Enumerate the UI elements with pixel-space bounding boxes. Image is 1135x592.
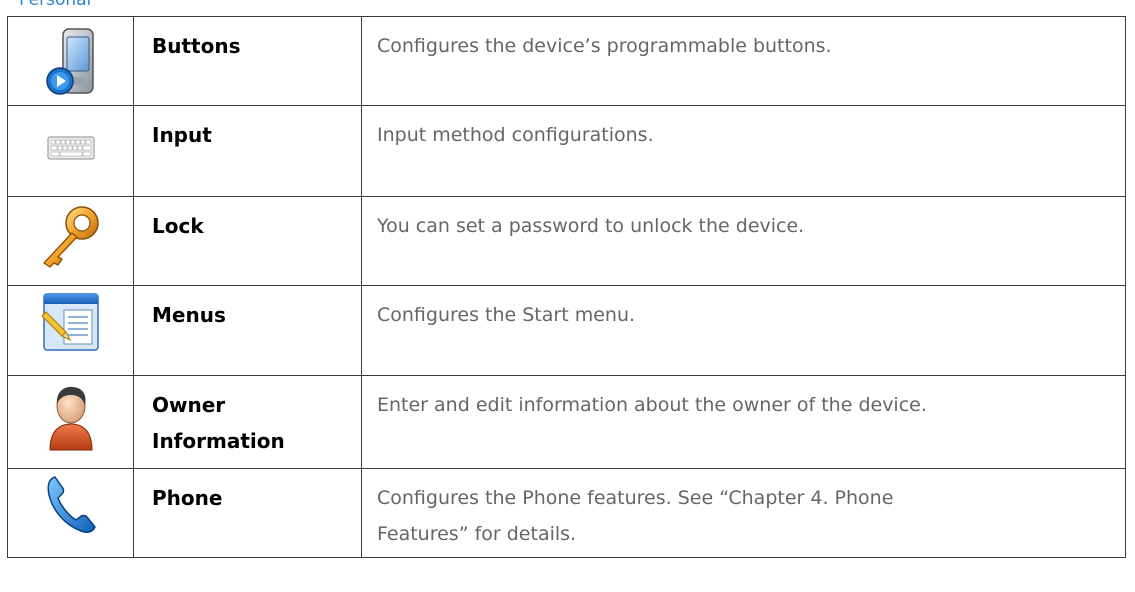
setting-name: Menus (152, 303, 226, 327)
setting-description: Enter and edit information about the own… (377, 394, 927, 416)
setting-name: Input (152, 123, 212, 147)
keyboard-icon (47, 136, 95, 164)
key-icon (36, 201, 106, 275)
setting-name-cell: Lock (133, 196, 362, 286)
setting-name: Lock (152, 214, 204, 238)
table-row: Phone Configures the Phone features. See… (7, 468, 1126, 558)
icon-cell (7, 16, 134, 106)
setting-name-cell: Phone (133, 468, 362, 558)
setting-description: You can set a password to unlock the dev… (377, 215, 805, 237)
phone-handset-icon (45, 473, 97, 539)
setting-description-cell: You can set a password to unlock the dev… (361, 196, 1126, 286)
start-menu-icon (40, 290, 102, 358)
section-title: Personal (19, 0, 92, 10)
setting-description-cell: Configures the Phone features. See “Chap… (361, 468, 1126, 558)
setting-name: Buttons (152, 34, 241, 58)
setting-description-cell: Enter and edit information about the own… (361, 375, 1126, 469)
table-row: Menus Configures the Start menu. (7, 285, 1126, 376)
setting-name: Phone (152, 486, 223, 510)
table-row: Owner Information Enter and edit informa… (7, 375, 1126, 469)
pda-device-button-icon (45, 25, 97, 101)
setting-description: Configures the Start menu. (377, 304, 636, 326)
table-row: Buttons Configures the device’s programm… (7, 16, 1126, 106)
setting-name-cell: Menus (133, 285, 362, 376)
setting-description-cell: Configures the Start menu. (361, 285, 1126, 376)
setting-name-cell: Buttons (133, 16, 362, 106)
icon-cell (7, 468, 134, 558)
icon-cell (7, 105, 134, 197)
setting-name: Owner Information (152, 393, 285, 453)
setting-name-cell: Input (133, 105, 362, 197)
person-icon (46, 382, 96, 456)
icon-cell (7, 196, 134, 286)
setting-name-cell: Owner Information (133, 375, 362, 469)
icon-cell (7, 285, 134, 376)
icon-cell (7, 375, 134, 469)
setting-description: Input method configurations. (377, 124, 654, 146)
settings-table: Buttons Configures the device’s programm… (7, 16, 1126, 558)
setting-description: Configures the Phone features. See “Chap… (377, 487, 894, 545)
setting-description: Configures the device’s programmable but… (377, 35, 832, 57)
table-row: Input Input method configurations. (7, 105, 1126, 197)
setting-description-cell: Configures the device’s programmable but… (361, 16, 1126, 106)
setting-description-cell: Input method configurations. (361, 105, 1126, 197)
table-row: Lock You can set a password to unlock th… (7, 196, 1126, 286)
